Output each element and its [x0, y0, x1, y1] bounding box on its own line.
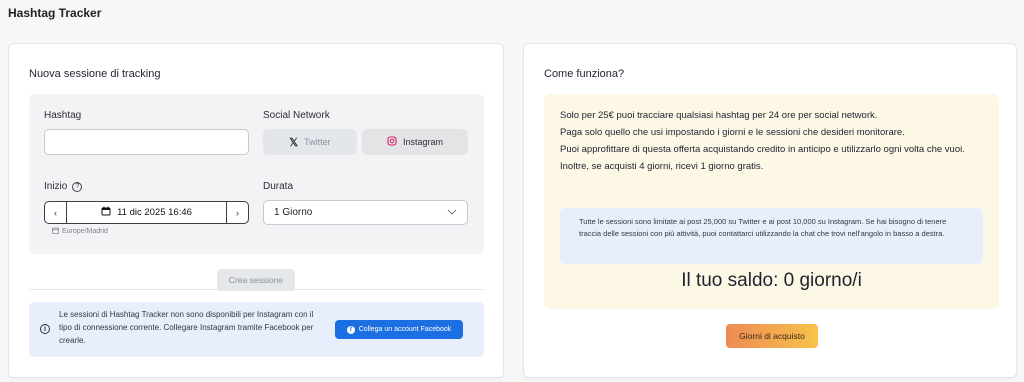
info-icon: i [40, 324, 50, 334]
how-it-works-panel: Solo per 25€ puoi tracciare qualsiasi ha… [544, 94, 999, 309]
limits-notice: Tutte le sessioni sono limitate ai post … [560, 208, 983, 264]
how-it-works-card: Come funziona? Solo per 25€ puoi traccia… [523, 43, 1017, 378]
hashtag-label: Hashtag [44, 110, 82, 121]
duration-label: Durata [263, 181, 294, 192]
info-text: Le sessioni di Hashtag Tracker non sono … [59, 310, 314, 345]
balance: Il tuo saldo: 0 giorno/i [681, 270, 862, 291]
buy-days-button[interactable]: Giorni di acquisto [726, 324, 818, 348]
date-display[interactable]: 11 dic 2025 16:46 [67, 202, 226, 223]
instagram-label: Instagram [402, 137, 444, 147]
session-form: Hashtag Social Network 𝕏 Twitter Instagr… [29, 94, 484, 254]
duration-select[interactable]: 1 Giorno [263, 200, 468, 225]
new-session-card: Nuova sessione di tracking Hashtag Socia… [8, 43, 504, 378]
create-session-button[interactable]: Crea sessione [217, 269, 295, 291]
how-line: Paga solo quello che usi impostando i gi… [560, 127, 905, 138]
previous-date-button[interactable]: ‹ [45, 202, 67, 223]
start-label: Inizio [44, 181, 68, 192]
how-line: Inoltre, se acquisti 4 giorni, ricevi 1 … [560, 161, 764, 172]
start-label-row: Inizio ? [44, 181, 83, 192]
timezone: Europe/Madrid [52, 227, 108, 236]
timezone-icon [52, 227, 59, 236]
app-title: Hashtag Tracker [8, 6, 102, 20]
duration-value: 1 Giorno [274, 207, 313, 218]
divider [29, 289, 484, 290]
x-icon: 𝕏 [289, 136, 299, 149]
how-line: Solo per 25€ puoi tracciare qualsiasi ha… [560, 110, 878, 121]
twitter-option-button[interactable]: 𝕏 Twitter [263, 129, 357, 155]
start-date-picker: ‹ 11 dic 2025 16:46 › [44, 201, 249, 224]
instagram-icon [387, 136, 397, 148]
next-date-button[interactable]: › [226, 202, 248, 223]
card-title: Nuova sessione di tracking [29, 68, 161, 80]
how-line: Puoi approfittare di questa offerta acqu… [560, 144, 965, 155]
date-value: 11 dic 2025 16:46 [117, 207, 192, 218]
chevron-down-icon [447, 207, 457, 218]
instagram-option-button[interactable]: Instagram [362, 129, 468, 155]
instagram-info-alert: i Le sessioni di Hashtag Tracker non son… [29, 302, 484, 357]
question-circle-icon[interactable]: ? [72, 181, 83, 192]
timezone-label: Europe/Madrid [62, 228, 108, 235]
hashtag-input[interactable] [44, 129, 249, 155]
card-title: Come funziona? [544, 68, 625, 80]
connect-facebook-label: Collega un account Facebook [358, 326, 452, 333]
calendar-icon [101, 206, 111, 219]
social-network-label: Social Network [263, 110, 330, 121]
connect-facebook-button[interactable]: f Collega un account Facebook [335, 320, 463, 339]
how-it-works-text: Solo per 25€ puoi tracciare qualsiasi ha… [560, 107, 985, 175]
facebook-icon: f [346, 325, 355, 334]
twitter-label: Twitter [304, 137, 331, 147]
